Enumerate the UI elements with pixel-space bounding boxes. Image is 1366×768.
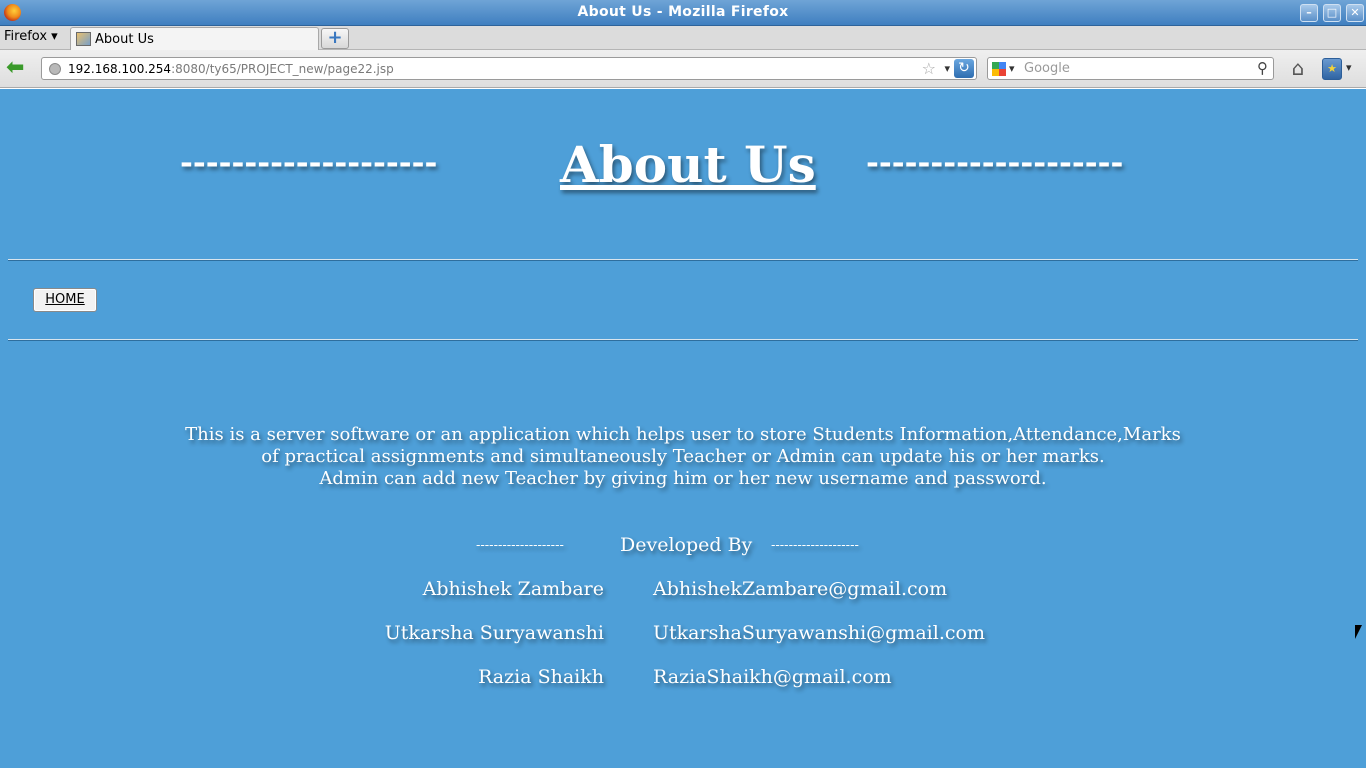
home-link-button[interactable]: HOME bbox=[33, 288, 97, 312]
site-identity-icon[interactable] bbox=[49, 63, 61, 75]
developer-name: Utkarsha Suryawanshi bbox=[384, 622, 604, 644]
bookmark-star-icon[interactable]: ☆ bbox=[922, 59, 936, 78]
window-title: About Us - Mozilla Firefox bbox=[577, 4, 789, 20]
tab-about-us[interactable]: About Us bbox=[70, 27, 319, 50]
developed-dash-right: -------------------- bbox=[771, 538, 859, 553]
url-host: 192.168.100.254 bbox=[68, 62, 172, 76]
about-line: This is a server software or an applicat… bbox=[185, 424, 1181, 445]
search-engine-dropdown-icon[interactable]: ▾ bbox=[1009, 62, 1015, 75]
divider bbox=[8, 339, 1358, 341]
heading-dash-right: -------------------- bbox=[866, 145, 1124, 181]
developer-name: Abhishek Zambare bbox=[422, 578, 604, 600]
developer-row: Utkarsha Suryawanshi UtkarshaSuryawanshi… bbox=[0, 622, 1366, 648]
url-bar[interactable]: 192.168.100.254:8080/ty65/PROJECT_new/pa… bbox=[41, 57, 977, 80]
search-input[interactable] bbox=[1024, 60, 1244, 77]
about-line: Admin can add new Teacher by giving him … bbox=[319, 468, 1047, 489]
about-description: This is a server software or an applicat… bbox=[0, 424, 1366, 490]
page-heading: -------------------- About Us ----------… bbox=[0, 135, 1366, 195]
page-favicon-icon bbox=[76, 32, 91, 46]
chevron-down-icon: ▾ bbox=[51, 29, 58, 44]
bookmarks-dropdown-icon[interactable]: ▾ bbox=[1346, 61, 1352, 74]
developed-dash-left: -------------------- bbox=[476, 538, 564, 553]
url-history-dropdown-icon[interactable]: ▾ bbox=[944, 62, 950, 75]
navigation-toolbar: ⬅ 192.168.100.254:8080/ty65/PROJECT_new/… bbox=[0, 50, 1366, 88]
developer-email: RaziaShaikh@gmail.com bbox=[653, 666, 892, 688]
window-titlebar: About Us - Mozilla Firefox – □ ✕ bbox=[0, 0, 1366, 26]
firefox-menu-button[interactable]: Firefox ▾ bbox=[4, 29, 58, 47]
new-tab-button[interactable]: + bbox=[321, 28, 349, 49]
developer-email: AbhishekZambare@gmail.com bbox=[653, 578, 948, 600]
firefox-menu-label: Firefox bbox=[4, 29, 48, 44]
url-path: :8080/ty65/PROJECT_new/page22.jsp bbox=[171, 62, 394, 76]
url-text[interactable]: 192.168.100.254:8080/ty65/PROJECT_new/pa… bbox=[68, 62, 394, 76]
home-button[interactable]: ⌂ bbox=[1286, 58, 1310, 80]
close-button[interactable]: ✕ bbox=[1346, 4, 1364, 22]
tab-bar: Firefox ▾ About Us + bbox=[0, 26, 1366, 50]
developed-by-label: Developed By bbox=[620, 534, 753, 556]
divider bbox=[8, 259, 1358, 261]
about-line: of practical assignments and simultaneou… bbox=[261, 446, 1105, 467]
minimize-button[interactable]: – bbox=[1300, 4, 1318, 22]
reload-button[interactable]: ↻ bbox=[954, 59, 974, 78]
back-button[interactable]: ⬅ bbox=[6, 57, 30, 80]
page-content: -------------------- About Us ----------… bbox=[0, 89, 1366, 768]
tab-label: About Us bbox=[95, 32, 154, 47]
maximize-button[interactable]: □ bbox=[1323, 4, 1341, 22]
developed-by-heading: -------------------- Developed By ------… bbox=[0, 534, 1366, 558]
page-title: About Us bbox=[560, 135, 816, 194]
search-bar[interactable]: ▾ ⚲ bbox=[987, 57, 1274, 80]
developer-row: Razia Shaikh RaziaShaikh@gmail.com bbox=[0, 666, 1366, 692]
developer-name: Razia Shaikh bbox=[478, 666, 604, 688]
developer-email: UtkarshaSuryawanshi@gmail.com bbox=[653, 622, 985, 644]
bookmarks-button[interactable]: ★ bbox=[1322, 58, 1342, 80]
developer-row: Abhishek Zambare AbhishekZambare@gmail.c… bbox=[0, 578, 1366, 604]
heading-dash-left: -------------------- bbox=[180, 145, 438, 181]
search-icon[interactable]: ⚲ bbox=[1257, 59, 1268, 77]
search-engine-icon[interactable] bbox=[992, 62, 1006, 76]
mouse-cursor-icon bbox=[1355, 625, 1362, 639]
